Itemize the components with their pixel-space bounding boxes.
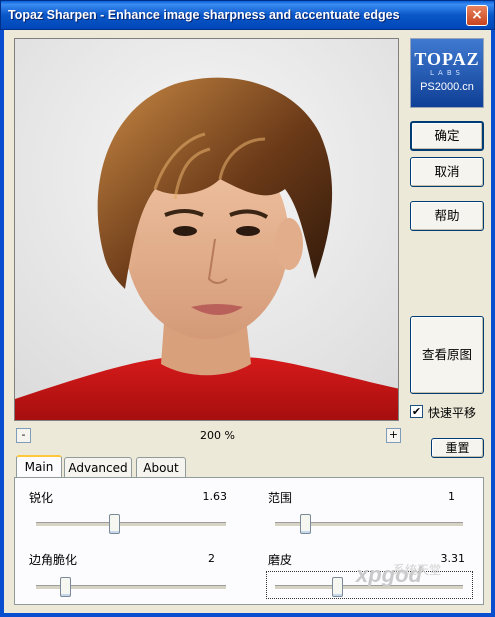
tab-advanced[interactable]: Advanced [64,457,132,479]
logo-brand: TOPAZ [414,49,480,69]
skin-smooth-label: 磨皮 [268,553,293,567]
cancel-button[interactable]: 取消 [410,157,484,187]
tab-about[interactable]: About [136,457,186,479]
logo-site: PS2000.cn [420,81,474,93]
range-slider-thumb[interactable] [300,514,312,534]
title-bar[interactable]: Topaz Sharpen - Enhance image sharpness … [0,0,495,30]
zoom-level: 200 % [200,429,235,442]
tab-main[interactable]: Main [16,455,62,479]
range-value: 1 [448,490,455,503]
window-frame-left [0,30,4,617]
zoom-in-button[interactable]: + [386,428,401,443]
ok-button[interactable]: 确定 [410,121,484,151]
reset-button[interactable]: 重置 [431,438,484,458]
edge-fade-label: 边角脆化 [29,553,78,567]
edge-fade-slider-thumb[interactable] [59,577,71,597]
window-title: Topaz Sharpen - Enhance image sharpness … [8,8,400,22]
topaz-logo: TOPAZ LABS PS2000.cn [410,38,484,108]
sharpen-slider-thumb[interactable] [108,514,120,534]
view-original-button[interactable]: 查看原图 [410,316,484,394]
window-frame-right [491,30,495,617]
logo-sub: LABS [430,69,464,77]
sharpen-slider-track[interactable] [36,522,226,527]
range-label: 范围 [268,491,293,505]
sharpen-label: 锐化 [29,491,54,505]
zoom-out-button[interactable]: - [16,428,31,443]
close-button[interactable]: × [466,5,488,26]
fast-pan-checkbox[interactable]: ✔ [410,405,423,418]
portrait-photo [15,39,398,420]
edge-fade-value: 2 [208,552,215,565]
image-preview[interactable] [14,38,399,421]
sharpen-value: 1.63 [202,490,228,503]
help-button[interactable]: 帮助 [410,201,484,231]
fast-pan-label: 快速平移 [428,406,477,420]
window-frame-bottom [0,613,495,617]
skin-smooth-slider-thumb[interactable] [332,577,344,597]
watermark-cn: 系统天堂 [393,563,442,577]
